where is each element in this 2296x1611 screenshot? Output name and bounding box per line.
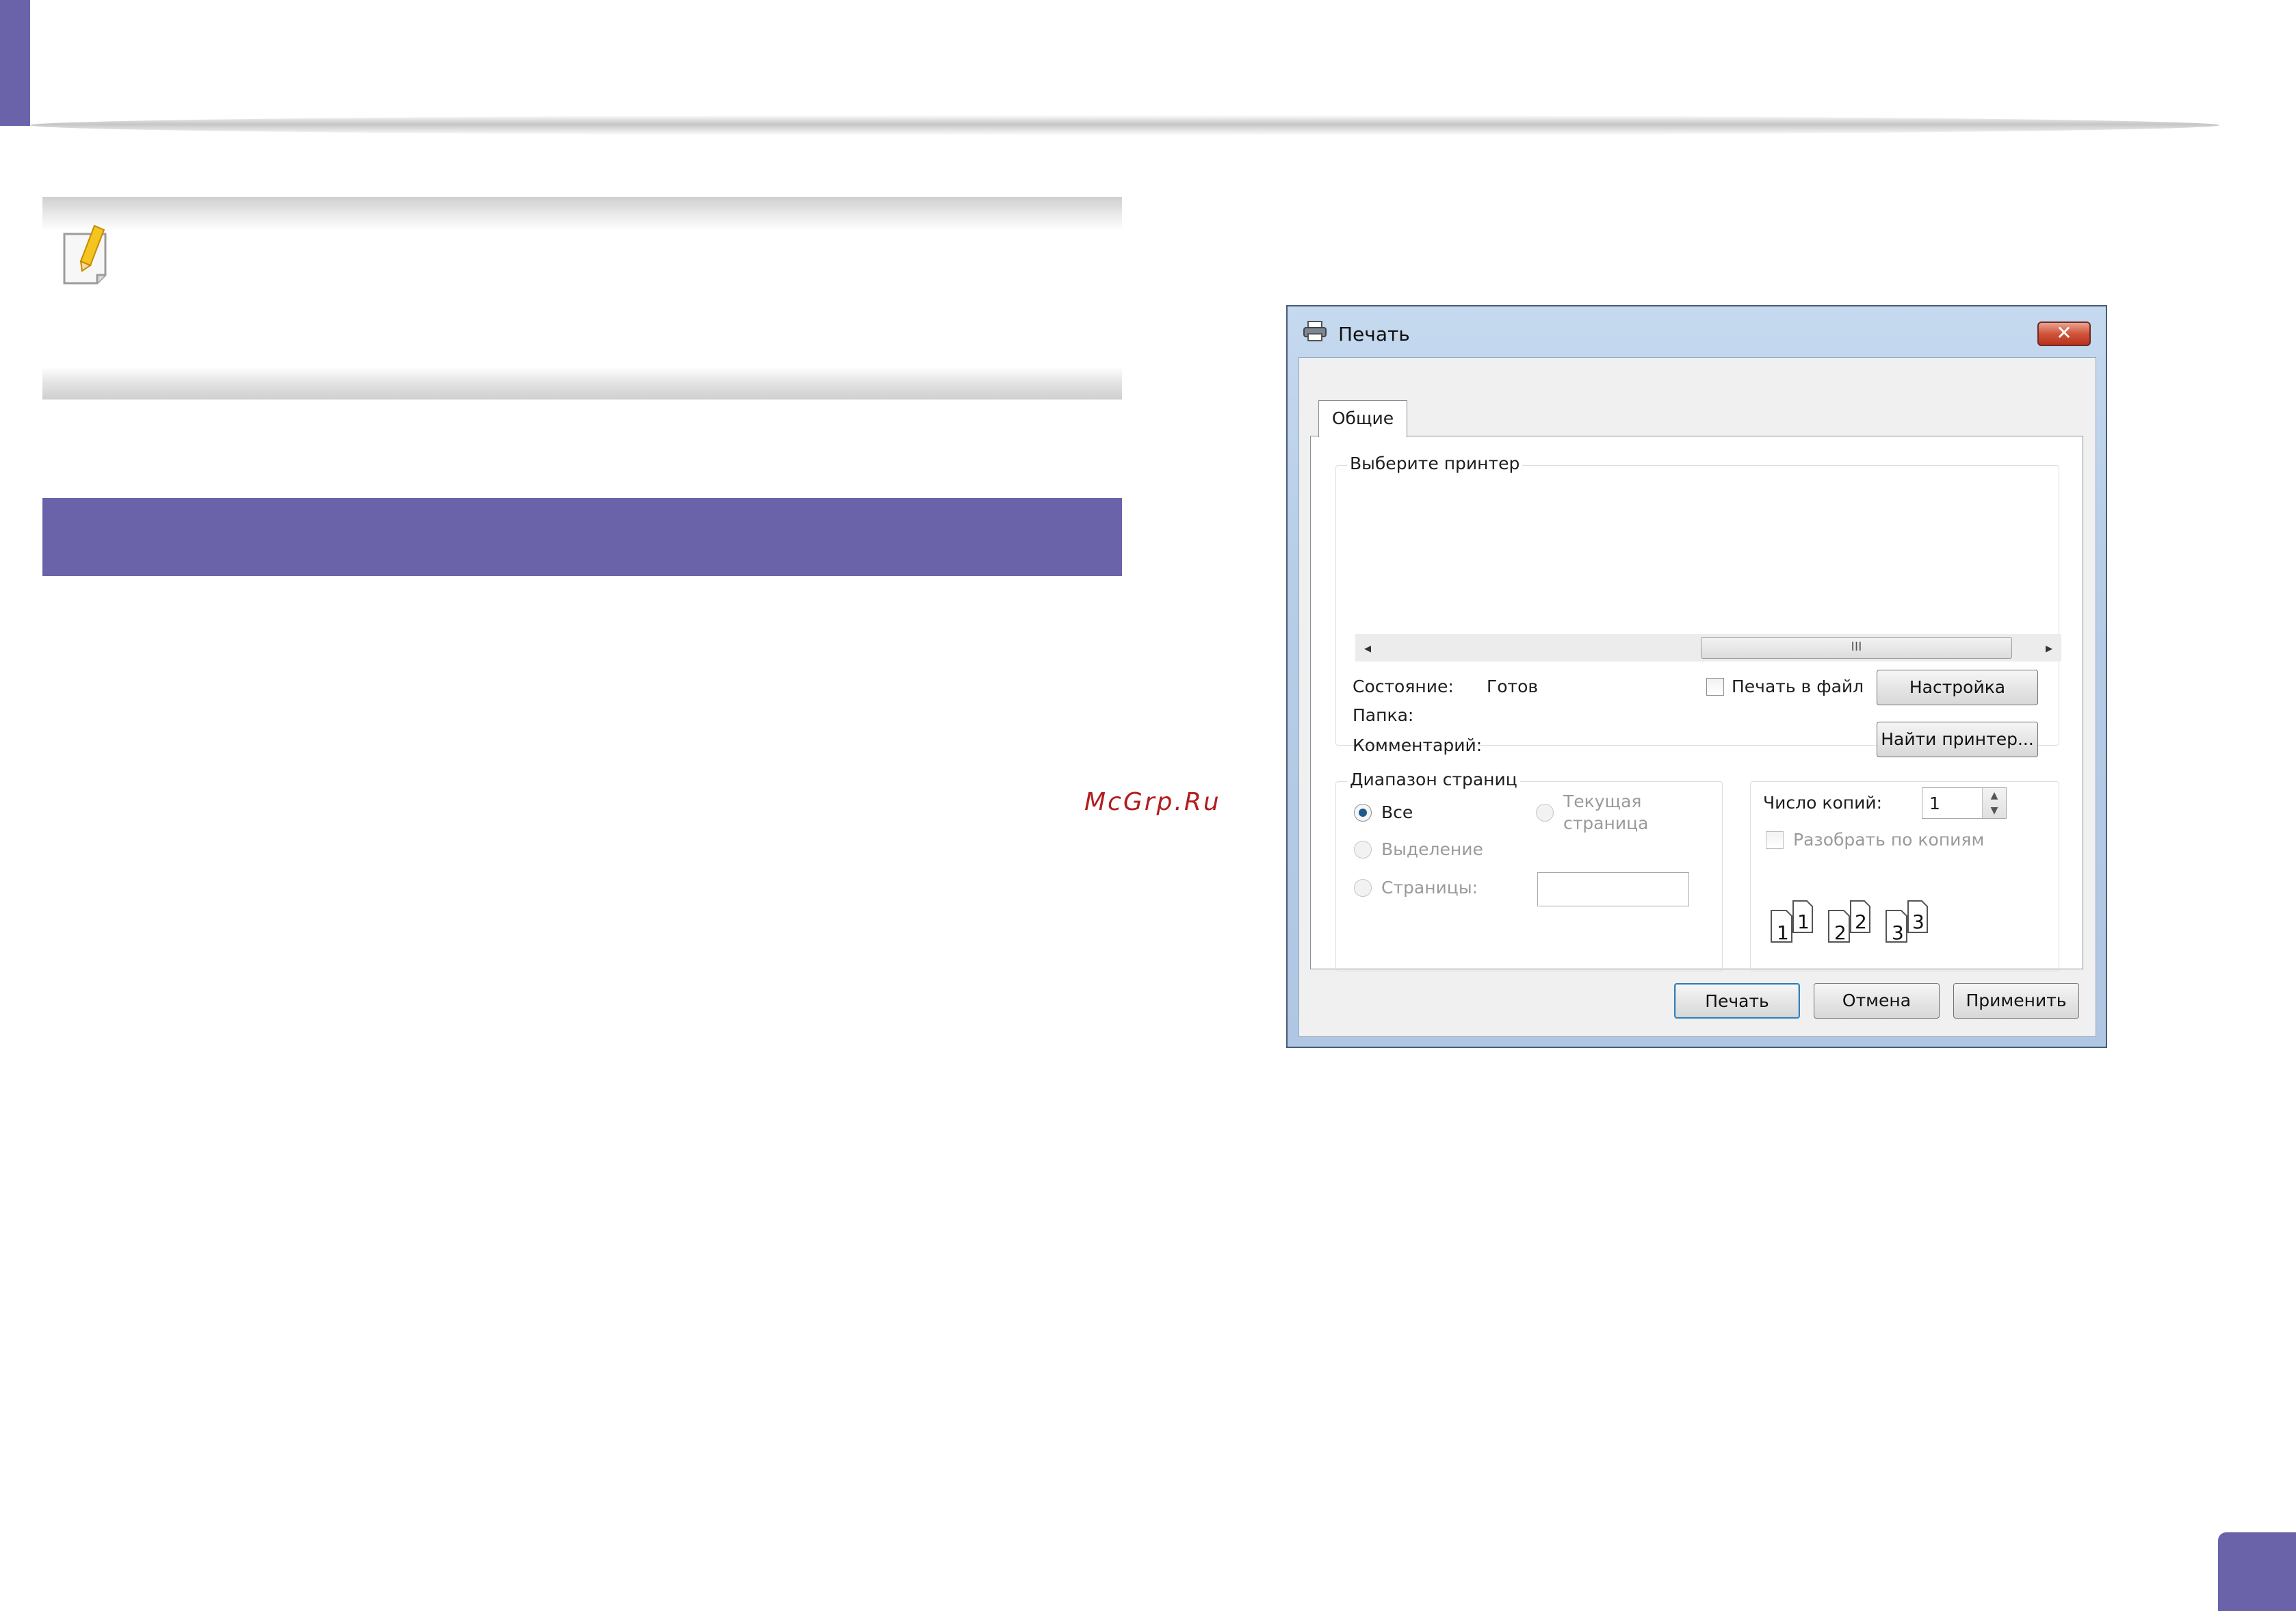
printer-list[interactable] [1342, 475, 2053, 626]
header-rule [30, 115, 2219, 135]
range-pages-label[interactable]: Страницы: [1381, 878, 1478, 898]
select-printer-title: Выберите принтер [1347, 454, 1523, 473]
section-heading-bar [42, 498, 1122, 576]
close-button[interactable]: ✕ [2037, 322, 2091, 346]
page-range-title: Диапазон страниц [1347, 770, 1520, 789]
svg-text:2: 2 [1855, 911, 1867, 933]
tab-general[interactable]: Общие [1318, 400, 1407, 437]
range-selection-radio[interactable] [1354, 841, 1372, 859]
location-label: Папка: [1353, 705, 1414, 725]
range-all-radio[interactable] [1354, 804, 1372, 822]
svg-text:3: 3 [1892, 921, 1904, 944]
collate-pages-icon: 11 22 33 [1771, 900, 1928, 944]
pages-input[interactable] [1537, 872, 1689, 906]
svg-text:2: 2 [1834, 921, 1847, 944]
collate-checkbox[interactable] [1766, 831, 1784, 849]
note-band-top [42, 197, 1122, 231]
collate-label[interactable]: Разобрать по копиям [1793, 830, 1984, 850]
range-all-label[interactable]: Все [1381, 802, 1413, 822]
scroll-thumb[interactable]: III [1701, 637, 2012, 659]
scroll-left-icon[interactable]: ◂ [1355, 634, 1380, 662]
range-pages-radio[interactable] [1354, 879, 1372, 897]
copies-label: Число копий: [1763, 793, 1883, 813]
svg-text:1: 1 [1777, 921, 1789, 944]
print-to-file-checkbox[interactable] [1706, 678, 1724, 696]
printer-list-scrollbar[interactable]: ◂ III ▸ [1355, 634, 2061, 662]
close-icon: ✕ [2056, 322, 2072, 344]
range-selection-label[interactable]: Выделение [1381, 839, 1483, 859]
dialog-titlebar: Печать ✕ [1288, 306, 2106, 348]
copies-group: Число копий: 1 ▲ ▼ Разобрать по копиям 11… [1750, 781, 2059, 971]
spin-arrows-icon[interactable]: ▲ ▼ [1982, 788, 2006, 818]
print-dialog: Печать ✕ Общие Выберите принтер ◂ III ▸ … [1286, 305, 2107, 1048]
svg-text:3: 3 [1912, 911, 1925, 933]
copies-spinner[interactable]: 1 ▲ ▼ [1922, 787, 2007, 819]
copies-value[interactable]: 1 [1929, 794, 1940, 813]
page-number-tab [2218, 1532, 2296, 1611]
find-printer-button[interactable]: Найти принтер... [1877, 722, 2038, 757]
page-range-group: Диапазон страниц Все Выделение Страницы:… [1335, 770, 1723, 971]
note-pencil-icon [63, 224, 107, 285]
svg-text:1: 1 [1797, 911, 1810, 933]
cancel-button[interactable]: Отмена [1814, 983, 1940, 1019]
dialog-client-area: Общие Выберите принтер ◂ III ▸ Состояние… [1299, 357, 2096, 1037]
print-button[interactable]: Печать [1674, 983, 1800, 1019]
status-label: Состояние: [1353, 677, 1454, 696]
print-to-file-label[interactable]: Печать в файл [1732, 677, 1864, 696]
dialog-title: Печать [1338, 323, 1410, 345]
scroll-right-icon[interactable]: ▸ [2037, 634, 2061, 662]
note-band-bottom [42, 367, 1122, 400]
apply-button[interactable]: Применить [1953, 983, 2079, 1019]
range-current-page-label-1[interactable]: Текущая [1563, 791, 1641, 811]
preferences-button[interactable]: Настройка [1877, 670, 2038, 705]
status-value: Готов [1487, 677, 1539, 696]
select-printer-group: Выберите принтер ◂ III ▸ Состояние: Гото… [1335, 454, 2061, 757]
general-tab-panel: Выберите принтер ◂ III ▸ Состояние: Гото… [1310, 436, 2083, 971]
range-current-page-label-2[interactable]: страница [1563, 813, 1648, 833]
range-current-page-radio[interactable] [1536, 804, 1554, 822]
printer-icon [1303, 321, 1327, 341]
comment-label: Комментарий: [1353, 735, 1483, 755]
watermark-text: McGrp.Ru [1084, 788, 1221, 816]
header-accent-tab [0, 0, 30, 126]
